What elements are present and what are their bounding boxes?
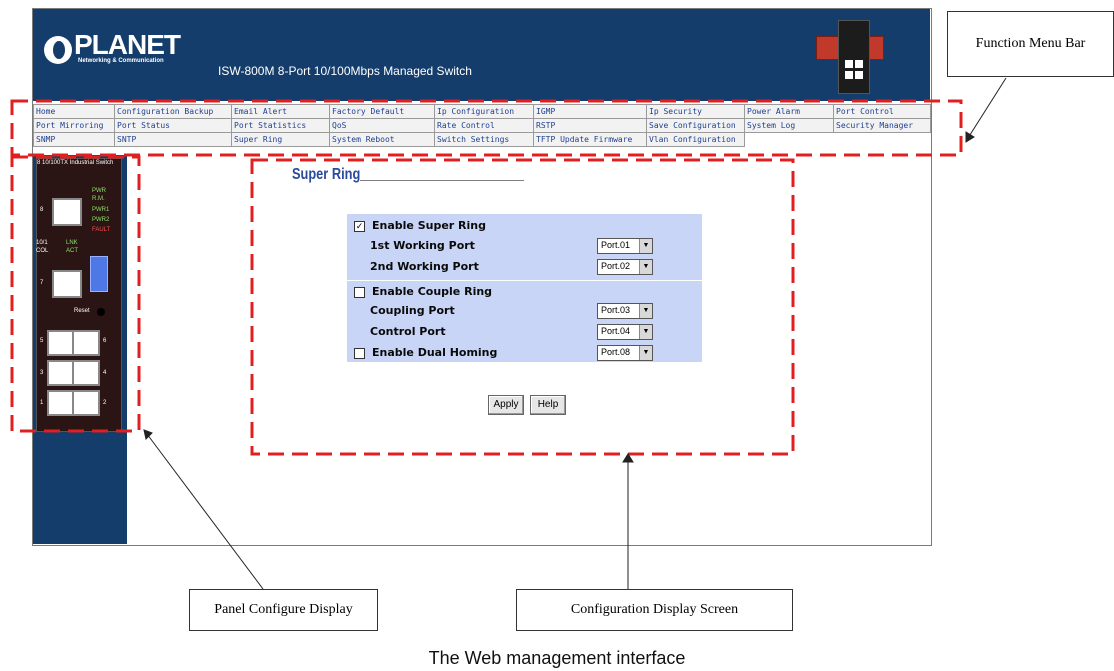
panel-arrow-line xyxy=(146,433,264,590)
function-menu-highlight xyxy=(10,99,963,157)
figure-caption: The Web management interface xyxy=(428,648,686,668)
configuration-display-screen-callout: Configuration Display Screen xyxy=(516,589,793,631)
panel-configure-display-callout: Panel Configure Display xyxy=(189,589,378,631)
function-menu-bar-callout: Function Menu Bar xyxy=(947,11,1114,77)
menu-arrow-line xyxy=(967,77,1007,139)
menu-arrow-head-icon xyxy=(965,131,975,143)
config-screen-highlight xyxy=(250,158,795,456)
panel-highlight xyxy=(10,155,141,433)
annotation-overlay xyxy=(10,77,1007,590)
panel-arrow-head-icon xyxy=(143,429,153,440)
